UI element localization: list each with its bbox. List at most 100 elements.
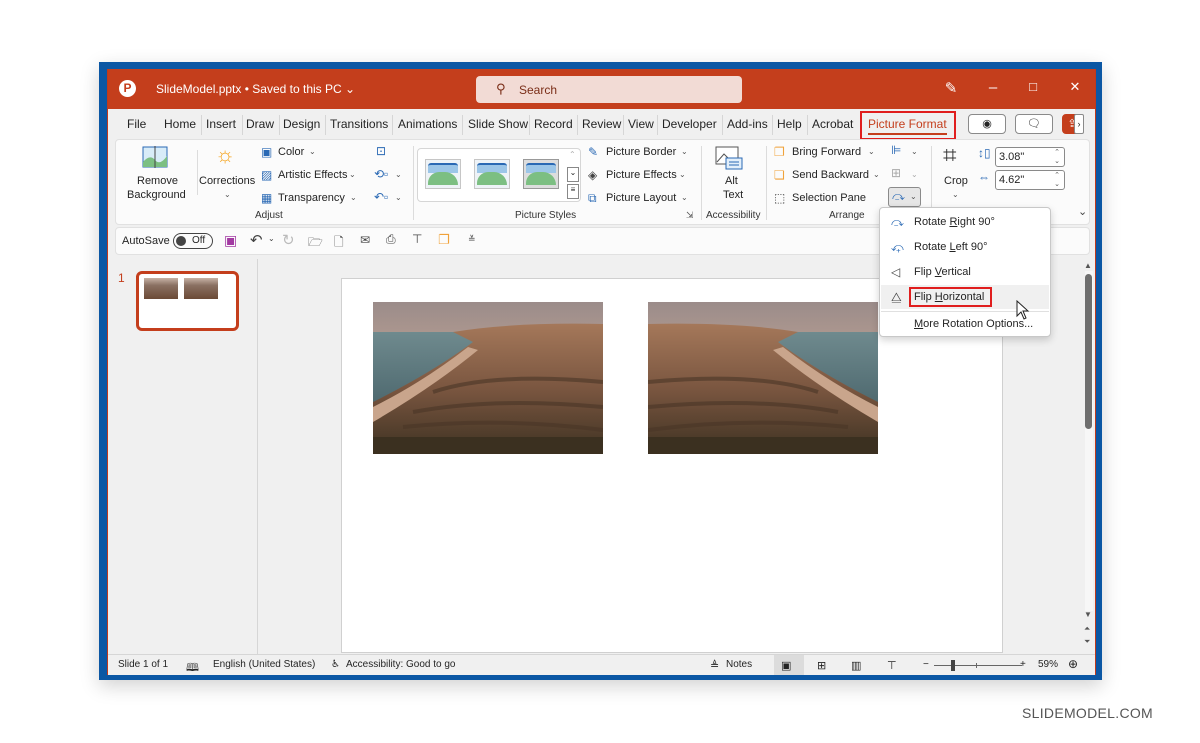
width-input[interactable]: 4.62" ⌃ ⌄ xyxy=(995,170,1065,190)
zoom-in-button[interactable]: + xyxy=(1020,659,1026,670)
picture-styles-gallery[interactable]: ⌃ ⌄ ≡ xyxy=(417,148,581,202)
maximize-button[interactable]: □ xyxy=(1021,79,1045,94)
highlight-box xyxy=(909,287,992,307)
tab-insert[interactable]: Insert xyxy=(206,117,236,131)
transparency-icon: ▦ xyxy=(261,191,273,205)
close-button[interactable]: ✕ xyxy=(1063,79,1087,95)
slide-number: 1 xyxy=(118,271,125,285)
menu-item-rotate-left[interactable]: ⤽ Rotate Left 90° xyxy=(881,235,1049,259)
notes-button[interactable]: Notes xyxy=(726,659,752,670)
open-icon[interactable]: 🗁 xyxy=(308,233,323,254)
tab-animations[interactable]: Animations xyxy=(398,117,457,131)
tab-help[interactable]: Help xyxy=(777,117,802,131)
notes-icon: ≜ xyxy=(710,660,720,672)
mouse-cursor-icon xyxy=(1016,300,1030,320)
compress-pictures-icon[interactable]: ⊡ xyxy=(376,144,386,158)
remove-background-icon xyxy=(142,146,168,168)
group-label-arrange: Arrange xyxy=(829,210,865,221)
record-button[interactable]: ◉ xyxy=(968,114,1006,134)
beach-photo-flipped[interactable] xyxy=(648,302,878,454)
tab-home[interactable]: Home xyxy=(164,117,196,131)
reading-view-icon[interactable]: ▥ xyxy=(851,659,861,672)
zoom-level[interactable]: 59% xyxy=(1038,659,1058,670)
highlight-box xyxy=(860,111,956,140)
collapse-ribbon-icon[interactable]: ⌄ xyxy=(1078,205,1087,218)
align-icon[interactable]: ⊫ xyxy=(891,143,901,157)
scroll-down-icon[interactable]: ▼ xyxy=(1084,610,1092,619)
accessibility-status[interactable]: Accessibility: Good to go xyxy=(346,659,456,670)
powerpoint-icon: P xyxy=(119,80,136,97)
present-icon[interactable]: ⊤ xyxy=(412,232,422,246)
zoom-slider-handle[interactable] xyxy=(951,660,955,671)
print-preview-icon[interactable]: ⎙ xyxy=(386,232,396,247)
flip-vertical-icon: ◁ xyxy=(891,265,901,279)
style-thumbnail[interactable] xyxy=(523,159,559,189)
thumbnail-photo xyxy=(184,278,218,299)
customize-toolbar-icon[interactable]: ≚ xyxy=(468,234,476,245)
title-bar: P SlideModel.pptx • Saved to this PC ⌄ ⚲… xyxy=(108,69,1095,109)
tab-design[interactable]: Design xyxy=(283,117,320,131)
dialog-launcher-icon[interactable]: ⇲ xyxy=(686,210,694,221)
style-thumbnail[interactable] xyxy=(474,159,510,189)
spin-arrows-icon[interactable]: ⌃ ⌄ xyxy=(1054,171,1060,189)
minimize-button[interactable]: – xyxy=(981,79,1005,96)
menu-item-flip-vertical[interactable]: ◁ Flip Vertical xyxy=(881,260,1049,284)
spell-check-icon[interactable]: 🕮 xyxy=(186,659,199,675)
group-label-adjust: Adjust xyxy=(255,210,283,221)
rotate-button[interactable]: ⤼ ⌄ xyxy=(888,187,921,207)
tab-draw[interactable]: Draw xyxy=(246,117,274,131)
autosave-label: AutoSave xyxy=(122,235,170,247)
language[interactable]: English (United States) xyxy=(213,659,315,670)
tab-transitions[interactable]: Transitions xyxy=(330,117,388,131)
height-input[interactable]: 3.08" ⌃ ⌄ xyxy=(995,147,1065,167)
flip-horizontal-icon: ⧋ xyxy=(891,290,902,304)
alt-text-icon xyxy=(715,146,743,170)
tab-add-ins[interactable]: Add-ins xyxy=(727,117,768,131)
zoom-out-button[interactable]: − xyxy=(923,659,929,670)
next-slide-icon[interactable]: ⏷ xyxy=(1084,637,1090,647)
normal-view-icon[interactable]: ▣ xyxy=(781,659,791,672)
gallery-down-icon[interactable]: ⌄ xyxy=(567,167,579,182)
style-thumbnail[interactable] xyxy=(425,159,461,189)
tab-file[interactable]: File xyxy=(127,117,146,131)
rotate-icon: ⤼ xyxy=(892,189,905,203)
arrange-icon[interactable]: ❐ xyxy=(438,232,450,248)
tab-slide-show[interactable]: Slide Show xyxy=(468,117,528,131)
tab-review[interactable]: Review xyxy=(582,117,621,131)
chevron-down-icon[interactable]: ⌄ xyxy=(268,234,275,243)
scroll-up-icon[interactable]: ▲ xyxy=(1084,261,1092,270)
undo-icon[interactable]: ↶ xyxy=(250,231,263,249)
save-icon[interactable]: ▣ xyxy=(224,232,237,249)
group-label-accessibility: Accessibility xyxy=(706,210,761,221)
document-title[interactable]: SlideModel.pptx • Saved to this PC ⌄ xyxy=(156,82,355,96)
pen-icon[interactable]: ✎ xyxy=(939,79,963,97)
autosave-toggle[interactable]: Off xyxy=(173,233,213,249)
zoom-slider[interactable] xyxy=(934,665,1022,666)
comments-button[interactable]: 🗨 xyxy=(1015,114,1053,134)
change-picture-icon[interactable]: ⟲▫ xyxy=(374,167,388,181)
previous-slide-icon[interactable]: ⏶ xyxy=(1084,624,1090,634)
slide-sorter-icon[interactable]: ⊞ xyxy=(817,659,826,672)
gallery-more-icon[interactable]: ≡ xyxy=(567,184,579,199)
spin-arrows-icon[interactable]: ⌃ ⌄ xyxy=(1054,148,1060,166)
reset-picture-icon[interactable]: ↶▫ xyxy=(374,190,388,204)
email-icon[interactable]: ✉ xyxy=(360,233,370,247)
selection-pane-icon: ⬚ xyxy=(774,191,786,205)
slide-show-icon[interactable]: ⊤ xyxy=(887,659,897,672)
fit-to-window-icon[interactable]: ⊕ xyxy=(1068,657,1078,671)
gallery-up-icon[interactable]: ⌃ xyxy=(569,150,576,159)
new-file-icon[interactable]: 🗋 xyxy=(334,233,344,254)
tab-record[interactable]: Record xyxy=(534,117,573,131)
beach-photo-original[interactable] xyxy=(373,302,603,454)
scrollbar-thumb[interactable] xyxy=(1085,274,1092,429)
slide-thumbnail[interactable] xyxy=(136,271,239,331)
thumbnail-photo xyxy=(144,278,178,299)
menu-item-rotate-right[interactable]: ⤼ Rotate Right 90° xyxy=(881,210,1049,234)
send-backward-icon: ❏ xyxy=(774,168,785,182)
search-box[interactable]: ⚲ Search xyxy=(476,76,742,103)
vertical-scrollbar[interactable]: ▲ ▼ ⏶ ⏷ xyxy=(1082,259,1095,654)
tab-developer[interactable]: Developer xyxy=(662,117,717,131)
more-tabs-chevron-icon[interactable]: › xyxy=(1074,114,1084,134)
tab-acrobat[interactable]: Acrobat xyxy=(812,117,853,131)
tab-view[interactable]: View xyxy=(628,117,654,131)
